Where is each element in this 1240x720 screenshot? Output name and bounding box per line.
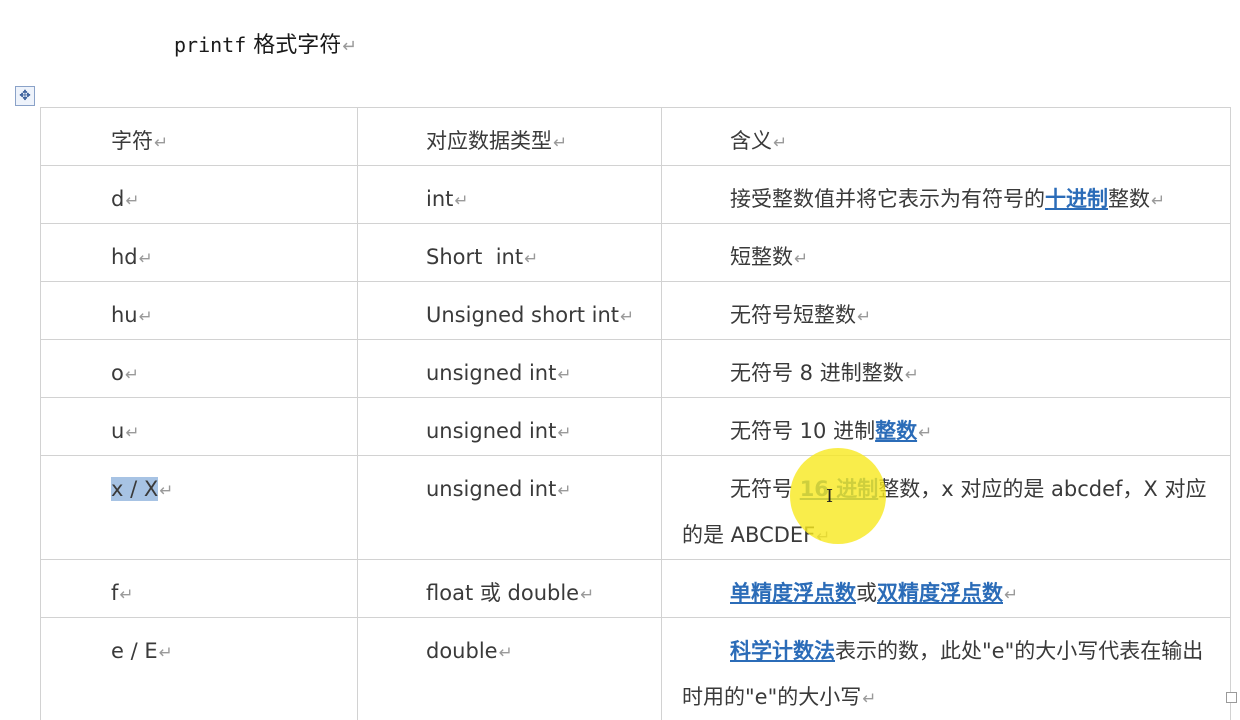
meaning-link[interactable]: 双精度浮点数 — [877, 581, 1003, 605]
table-row: f↵ float 或 double↵ 单精度浮点数或双精度浮点数↵ — [40, 559, 1231, 618]
data-type-text: Unsigned short int — [426, 303, 620, 327]
cell-format-char[interactable]: d↵ — [40, 165, 358, 224]
format-char-text: f — [111, 581, 119, 605]
meaning-link[interactable]: 科学计数法 — [730, 639, 835, 663]
cell-meaning[interactable]: 无符号 16 进制整数，x 对应的是 abcdef，X 对应的是 ABCDEF↵ — [661, 455, 1231, 560]
cell-data-type[interactable]: unsigned int↵ — [357, 397, 662, 456]
data-type-text: Short int — [426, 245, 524, 269]
format-char-text: hu — [111, 303, 138, 327]
title-text: 格式字符 — [253, 33, 342, 58]
data-type-text: int — [426, 187, 454, 211]
cell-format-char[interactable]: f↵ — [40, 559, 358, 618]
cell-format-char[interactable]: x / X↵ — [40, 455, 358, 560]
cell-meaning[interactable]: 无符号短整数↵ — [661, 281, 1231, 340]
meaning-text: 短整数 — [730, 245, 793, 269]
meaning-text: 整数 — [1108, 187, 1150, 211]
format-char-text: u — [111, 419, 125, 443]
cell-format-char[interactable]: o↵ — [40, 339, 358, 398]
cell-meaning[interactable]: 无符号 8 进制整数↵ — [661, 339, 1231, 398]
table-row: x / X↵ unsigned int↵ 无符号 16 进制整数，x 对应的是 ab… — [40, 455, 1231, 560]
table-row: o↵ unsigned int↵ 无符号 8 进制整数↵ — [40, 339, 1231, 398]
title-code: printf — [174, 33, 247, 57]
data-type-text: unsigned int — [426, 361, 557, 385]
cell-format-char[interactable]: u↵ — [40, 397, 358, 456]
format-char-text: o — [111, 361, 124, 385]
header-cell-char[interactable]: 字符↵ — [40, 107, 358, 166]
format-char-text: d — [111, 187, 125, 211]
cell-data-type[interactable]: float 或 double↵ — [357, 559, 662, 618]
meaning-text: 无符号短整数 — [730, 303, 856, 327]
data-type-text: unsigned int — [426, 477, 557, 501]
cell-data-type[interactable]: int↵ — [357, 165, 662, 224]
document-title[interactable]: printf 格式字符↵ — [174, 27, 357, 59]
header-cell-meaning[interactable]: 含义↵ — [661, 107, 1231, 166]
cell-data-type[interactable]: unsigned int↵ — [357, 339, 662, 398]
table-row: e / E↵ double↵ 科学计数法表示的数，此处"e"的大小写代表在输出时用的… — [40, 617, 1231, 720]
meaning-link[interactable]: 十进制 — [1045, 187, 1108, 211]
table-resize-handle-icon[interactable] — [1226, 692, 1237, 703]
data-type-text: double — [426, 639, 498, 663]
cell-data-type[interactable]: unsigned int↵ — [357, 455, 662, 560]
table-header-row: 字符↵ 对应数据类型↵ 含义↵ — [40, 107, 1231, 166]
cell-format-char[interactable]: e / E↵ — [40, 617, 358, 720]
format-table[interactable]: 字符↵ 对应数据类型↵ 含义↵ d↵ int↵ 接受整数值并将它表示为有符号的十进制… — [40, 107, 1231, 720]
cell-meaning[interactable]: 接受整数值并将它表示为有符号的十进制整数↵ — [661, 165, 1231, 224]
table-row: d↵ int↵ 接受整数值并将它表示为有符号的十进制整数↵ — [40, 165, 1231, 224]
table-row: hd↵ Short int↵ 短整数↵ — [40, 223, 1231, 282]
cell-format-char[interactable]: hd↵ — [40, 223, 358, 282]
cell-meaning[interactable]: 单精度浮点数或双精度浮点数↵ — [661, 559, 1231, 618]
meaning-link[interactable]: 单精度浮点数 — [730, 581, 856, 605]
format-char-text: x / X — [111, 477, 159, 501]
format-char-text: e / E — [111, 639, 158, 663]
format-char-text: hd — [111, 245, 138, 269]
cell-meaning[interactable]: 短整数↵ — [661, 223, 1231, 282]
document-page: printf 格式字符↵ ✥ 字符↵ 对应数据类型↵ 含义↵ d↵ int↵ 接受整… — [0, 0, 1240, 720]
table-row: hu↵ Unsigned short int↵ 无符号短整数↵ — [40, 281, 1231, 340]
meaning-text: 接受整数值并将它表示为有符号的 — [730, 187, 1045, 211]
meaning-text: 或 — [856, 581, 877, 605]
paragraph-mark: ↵ — [342, 37, 358, 57]
cell-data-type[interactable]: Short int↵ — [357, 223, 662, 282]
data-type-text: unsigned int — [426, 419, 557, 443]
meaning-text: 无符号 10 进制 — [730, 419, 876, 443]
data-type-text: float 或 double — [426, 581, 580, 605]
meaning-text: 无符号 8 进制整数 — [730, 361, 904, 385]
meaning-link[interactable]: 16 进制 — [800, 477, 879, 501]
table-move-handle-icon[interactable]: ✥ — [15, 86, 35, 106]
meaning-text: 无符号 — [730, 477, 800, 501]
table-row: u↵ unsigned int↵ 无符号 10 进制整数↵ — [40, 397, 1231, 456]
cell-meaning[interactable]: 科学计数法表示的数，此处"e"的大小写代表在输出时用的"e"的大小写↵ — [661, 617, 1231, 720]
cell-format-char[interactable]: hu↵ — [40, 281, 358, 340]
meaning-link[interactable]: 整数 — [875, 419, 917, 443]
cell-data-type[interactable]: Unsigned short int↵ — [357, 281, 662, 340]
header-cell-type[interactable]: 对应数据类型↵ — [357, 107, 662, 166]
cell-meaning[interactable]: 无符号 10 进制整数↵ — [661, 397, 1231, 456]
cell-data-type[interactable]: double↵ — [357, 617, 662, 720]
